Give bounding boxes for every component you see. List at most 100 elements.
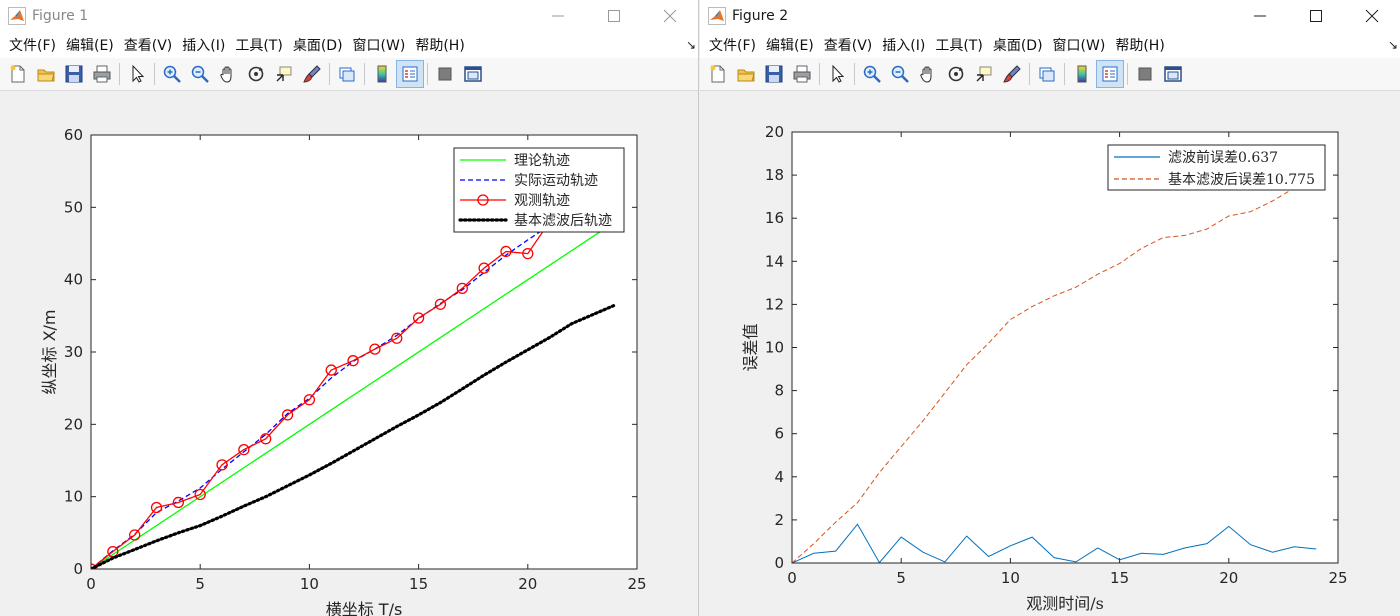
zoom-out-button[interactable] xyxy=(886,60,914,88)
save-button[interactable] xyxy=(760,60,788,88)
menu-insert[interactable]: 插入(I) xyxy=(177,35,230,55)
colorbar-button[interactable] xyxy=(368,60,396,88)
y-tick-label: 0 xyxy=(774,554,784,572)
pointer-icon xyxy=(132,64,145,83)
x-tick-label: 25 xyxy=(627,575,646,593)
error-chart[interactable]: 0 5 10 15 20 25 0 2 4 6 8 10 12 14 16 18 20 观测时间/s 误差值 滤波前误… xyxy=(700,92,1400,616)
pan-button[interactable] xyxy=(914,60,942,88)
zoom-out-button[interactable] xyxy=(186,60,214,88)
brush-button[interactable] xyxy=(998,60,1026,88)
x-axis-label: 横坐标 T/s xyxy=(326,600,403,616)
figure-1-title-bar[interactable]: Figure 1 xyxy=(0,0,698,32)
pan-button[interactable] xyxy=(214,60,242,88)
open-file-icon xyxy=(737,69,755,82)
menu-help[interactable]: 帮助(H) xyxy=(1110,35,1169,55)
zoom-in-button[interactable] xyxy=(858,60,886,88)
figure-2-title: Figure 2 xyxy=(732,8,789,24)
data-cursor-button[interactable] xyxy=(970,60,998,88)
menu-file[interactable]: 文件(F) xyxy=(4,35,61,55)
menu-overflow-arrow[interactable]: ↘ xyxy=(1388,38,1398,52)
y-tick-label: 16 xyxy=(765,209,784,227)
menu-desktop[interactable]: 桌面(D) xyxy=(288,35,348,55)
save-button[interactable] xyxy=(60,60,88,88)
zoom-out-icon xyxy=(191,65,209,83)
brush-button[interactable] xyxy=(298,60,326,88)
legend-label-1: 基本滤波后误差10.775 xyxy=(1168,171,1315,188)
menu-insert[interactable]: 插入(I) xyxy=(877,35,930,55)
save-icon xyxy=(65,65,83,83)
figure-2-title-bar[interactable]: Figure 2 xyxy=(700,0,1400,32)
figure-1-menu-bar: 文件(F) 编辑(E) 查看(V) 插入(I) 工具(T) 桌面(D) 窗口(W… xyxy=(0,32,698,58)
x-tick-label: 10 xyxy=(300,575,319,593)
menu-window[interactable]: 窗口(W) xyxy=(1048,35,1111,55)
colorbar-icon xyxy=(1077,65,1087,83)
print-icon xyxy=(93,65,111,83)
pointer-button[interactable] xyxy=(823,60,851,88)
print-button[interactable] xyxy=(788,60,816,88)
new-figure-icon xyxy=(10,65,25,83)
toolbar-separator xyxy=(1029,63,1030,85)
menu-edit[interactable]: 编辑(E) xyxy=(761,35,819,55)
matlab-logo-icon xyxy=(708,7,726,25)
pointer-button[interactable] xyxy=(123,60,151,88)
menu-view[interactable]: 查看(V) xyxy=(819,35,878,55)
minimize-button[interactable] xyxy=(530,0,586,32)
open-file-button[interactable] xyxy=(732,60,760,88)
link-plot-button[interactable] xyxy=(1033,60,1061,88)
menu-edit[interactable]: 编辑(E) xyxy=(61,35,119,55)
menu-tools[interactable]: 工具(T) xyxy=(230,35,287,55)
toolbar-separator xyxy=(819,63,820,85)
hide-plot-tools-icon xyxy=(1138,67,1152,81)
new-figure-button[interactable] xyxy=(4,60,32,88)
print-button[interactable] xyxy=(88,60,116,88)
x-tick-label: 15 xyxy=(1110,569,1129,587)
legend-button[interactable] xyxy=(396,60,424,88)
legend-label-1: 实际运动轨迹 xyxy=(514,173,598,189)
menu-desktop[interactable]: 桌面(D) xyxy=(988,35,1048,55)
rotate-3d-button[interactable] xyxy=(942,60,970,88)
menu-overflow-arrow[interactable]: ↘ xyxy=(686,38,696,52)
minimize-button[interactable] xyxy=(1232,0,1288,32)
data-cursor-button[interactable] xyxy=(270,60,298,88)
link-plot-icon xyxy=(339,67,355,82)
y-tick-label: 12 xyxy=(765,295,784,313)
close-button[interactable] xyxy=(642,0,698,32)
toolbar-separator xyxy=(119,63,120,85)
pointer-icon xyxy=(832,64,845,83)
y-tick-label: 10 xyxy=(64,488,83,506)
menu-help[interactable]: 帮助(H) xyxy=(410,35,469,55)
zoom-in-button[interactable] xyxy=(158,60,186,88)
pan-icon xyxy=(220,66,232,83)
show-plot-tools-button[interactable] xyxy=(459,60,487,88)
hide-plot-tools-button[interactable] xyxy=(1131,60,1159,88)
hide-plot-tools-button[interactable] xyxy=(431,60,459,88)
menu-tools[interactable]: 工具(T) xyxy=(930,35,987,55)
open-file-icon xyxy=(37,69,55,82)
close-button[interactable] xyxy=(1344,0,1400,32)
rotate-3d-button[interactable] xyxy=(242,60,270,88)
colorbar-button[interactable] xyxy=(1068,60,1096,88)
legend-button[interactable] xyxy=(1096,60,1124,88)
new-figure-button[interactable] xyxy=(704,60,732,88)
data-cursor-icon xyxy=(276,66,292,82)
trajectory-chart[interactable]: 0 5 10 15 20 25 0 10 20 30 40 50 60 横坐标 T/s 纵坐标 X/m 理论轨… xyxy=(0,92,698,616)
figure-1-toolbar xyxy=(0,58,698,91)
link-plot-button[interactable] xyxy=(333,60,361,88)
maximize-button[interactable] xyxy=(1288,0,1344,32)
brush-icon xyxy=(303,65,321,83)
x-tick-label: 25 xyxy=(1328,569,1347,587)
x-tick-label: 5 xyxy=(195,575,205,593)
menu-window[interactable]: 窗口(W) xyxy=(348,35,411,55)
figure-2-window: Figure 2 文件(F) 编辑(E) 查看(V) 插入(I) 工具(T) 桌… xyxy=(700,0,1400,616)
menu-view[interactable]: 查看(V) xyxy=(119,35,178,55)
open-file-button[interactable] xyxy=(32,60,60,88)
legend-label-0: 理论轨迹 xyxy=(514,153,570,169)
y-tick-label: 14 xyxy=(765,252,784,270)
figure-2-toolbar xyxy=(700,58,1400,91)
colorbar-icon xyxy=(377,65,387,83)
maximize-button[interactable] xyxy=(586,0,642,32)
legend-label-3: 基本滤波后轨迹 xyxy=(514,212,612,229)
y-tick-label: 2 xyxy=(774,511,784,529)
show-plot-tools-button[interactable] xyxy=(1159,60,1187,88)
menu-file[interactable]: 文件(F) xyxy=(704,35,761,55)
